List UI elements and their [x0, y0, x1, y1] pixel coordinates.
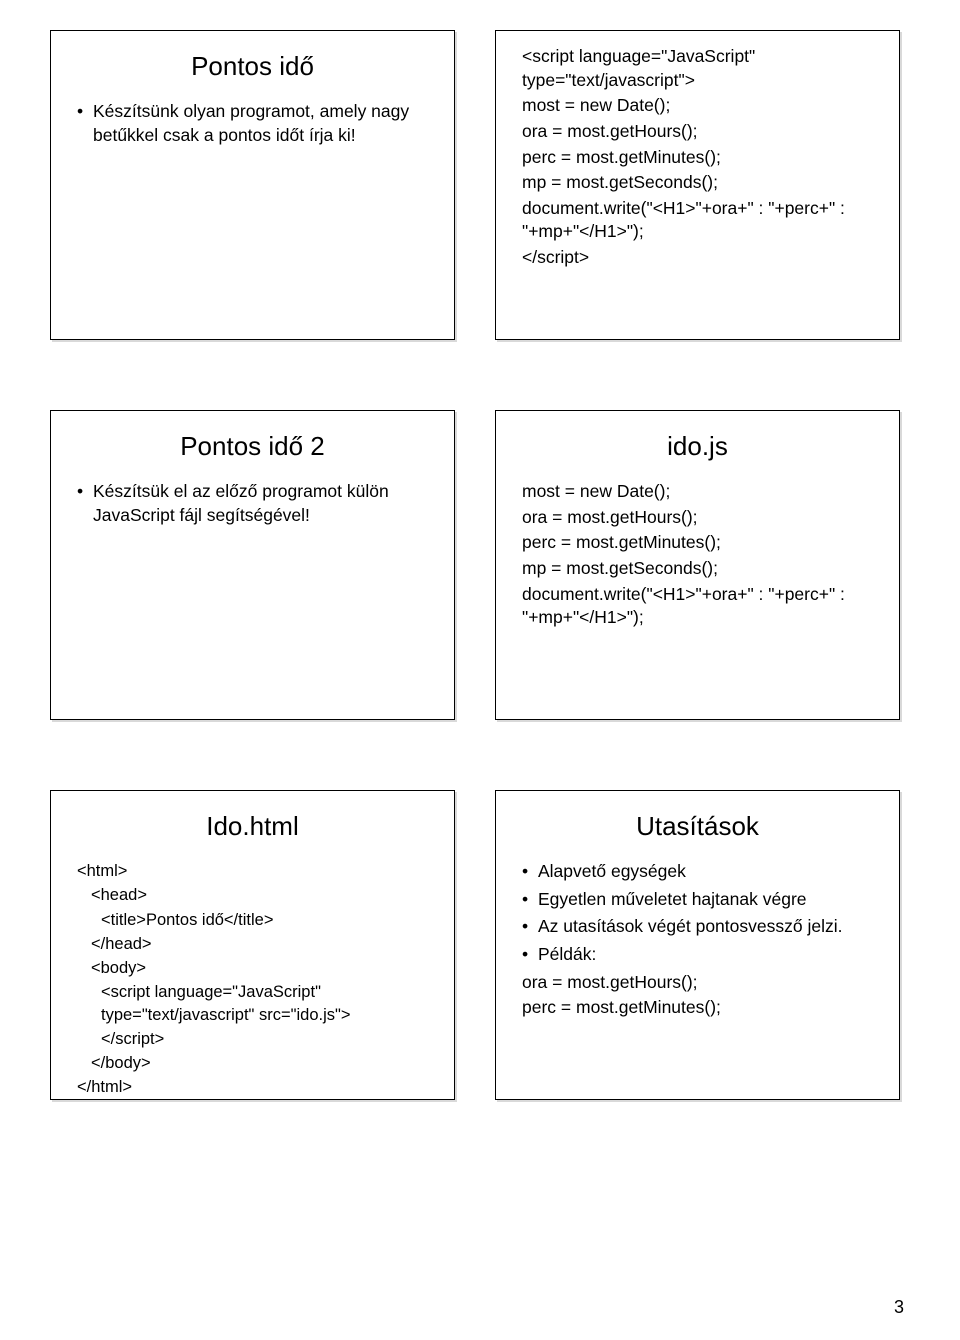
code-line: <body>	[77, 957, 434, 979]
code-line: mp = most.getSeconds();	[522, 171, 879, 195]
code-line: document.write("<H1>"+ora+" : "+perc+" :…	[522, 583, 879, 630]
code-line: ora = most.getHours();	[522, 506, 879, 530]
bullet-item: Alapvető egységek	[522, 860, 879, 884]
bullet-list: Alapvető egységek Egyetlen műveletet haj…	[522, 860, 879, 967]
code-line: perc = most.getMinutes();	[522, 996, 879, 1020]
code-line: <script language="JavaScript" type="text…	[522, 45, 879, 92]
bullet-item: Az utasítások végét pontosvessző jelzi.	[522, 915, 879, 939]
code-line: most = new Date();	[522, 94, 879, 118]
bullet-item: Készítsük el az előző programot külön Ja…	[77, 480, 434, 527]
slide-script-code: <script language="JavaScript" type="text…	[495, 30, 900, 340]
code-line: most = new Date();	[522, 480, 879, 504]
code-line: ora = most.getHours();	[522, 120, 879, 144]
bullet-item: Készítsünk olyan programot, amely nagy b…	[77, 100, 434, 147]
code-line: ora = most.getHours();	[522, 971, 879, 995]
slide-title: ido.js	[516, 431, 879, 462]
code-line: </head>	[77, 933, 434, 955]
slide-title: Pontos idő	[71, 51, 434, 82]
code-block: <script language="JavaScript" type="text…	[522, 45, 879, 270]
slide-title: Utasítások	[516, 811, 879, 842]
code-line: </script>	[522, 246, 879, 270]
code-line: <script language="JavaScript" type="text…	[77, 981, 434, 1026]
slide-utasitasok: Utasítások Alapvető egységek Egyetlen mű…	[495, 790, 900, 1100]
code-block: most = new Date(); ora = most.getHours()…	[522, 480, 879, 630]
slide-title: Pontos idő 2	[71, 431, 434, 462]
code-line: mp = most.getSeconds();	[522, 557, 879, 581]
slide-ido-html: Ido.html <html> <head> <title>Pontos idő…	[50, 790, 455, 1100]
bullet-list: Készítsünk olyan programot, amely nagy b…	[77, 100, 434, 147]
slide-pontos-ido-2: Pontos idő 2 Készítsük el az előző progr…	[50, 410, 455, 720]
slide-ido-js: ido.js most = new Date(); ora = most.get…	[495, 410, 900, 720]
bullet-item: Példák:	[522, 943, 879, 967]
code-line: perc = most.getMinutes();	[522, 146, 879, 170]
slide-title: Ido.html	[71, 811, 434, 842]
code-block: <html> <head> <title>Pontos idő</title> …	[77, 860, 434, 1099]
code-line: </body>	[77, 1052, 434, 1074]
bullet-list: Készítsük el az előző programot külön Ja…	[77, 480, 434, 527]
code-line: perc = most.getMinutes();	[522, 531, 879, 555]
code-line: </script>	[77, 1028, 434, 1050]
code-line: <html>	[77, 860, 434, 882]
page-number: 3	[894, 1297, 904, 1318]
code-block: ora = most.getHours(); perc = most.getMi…	[522, 971, 879, 1020]
code-line: <head>	[77, 884, 434, 906]
slide-pontos-ido: Pontos idő Készítsünk olyan programot, a…	[50, 30, 455, 340]
bullet-item: Egyetlen műveletet hajtanak végre	[522, 888, 879, 912]
code-line: </html>	[77, 1076, 434, 1098]
code-line: document.write("<H1>"+ora+" : "+perc+" :…	[522, 197, 879, 244]
code-line: <title>Pontos idő</title>	[77, 909, 434, 931]
